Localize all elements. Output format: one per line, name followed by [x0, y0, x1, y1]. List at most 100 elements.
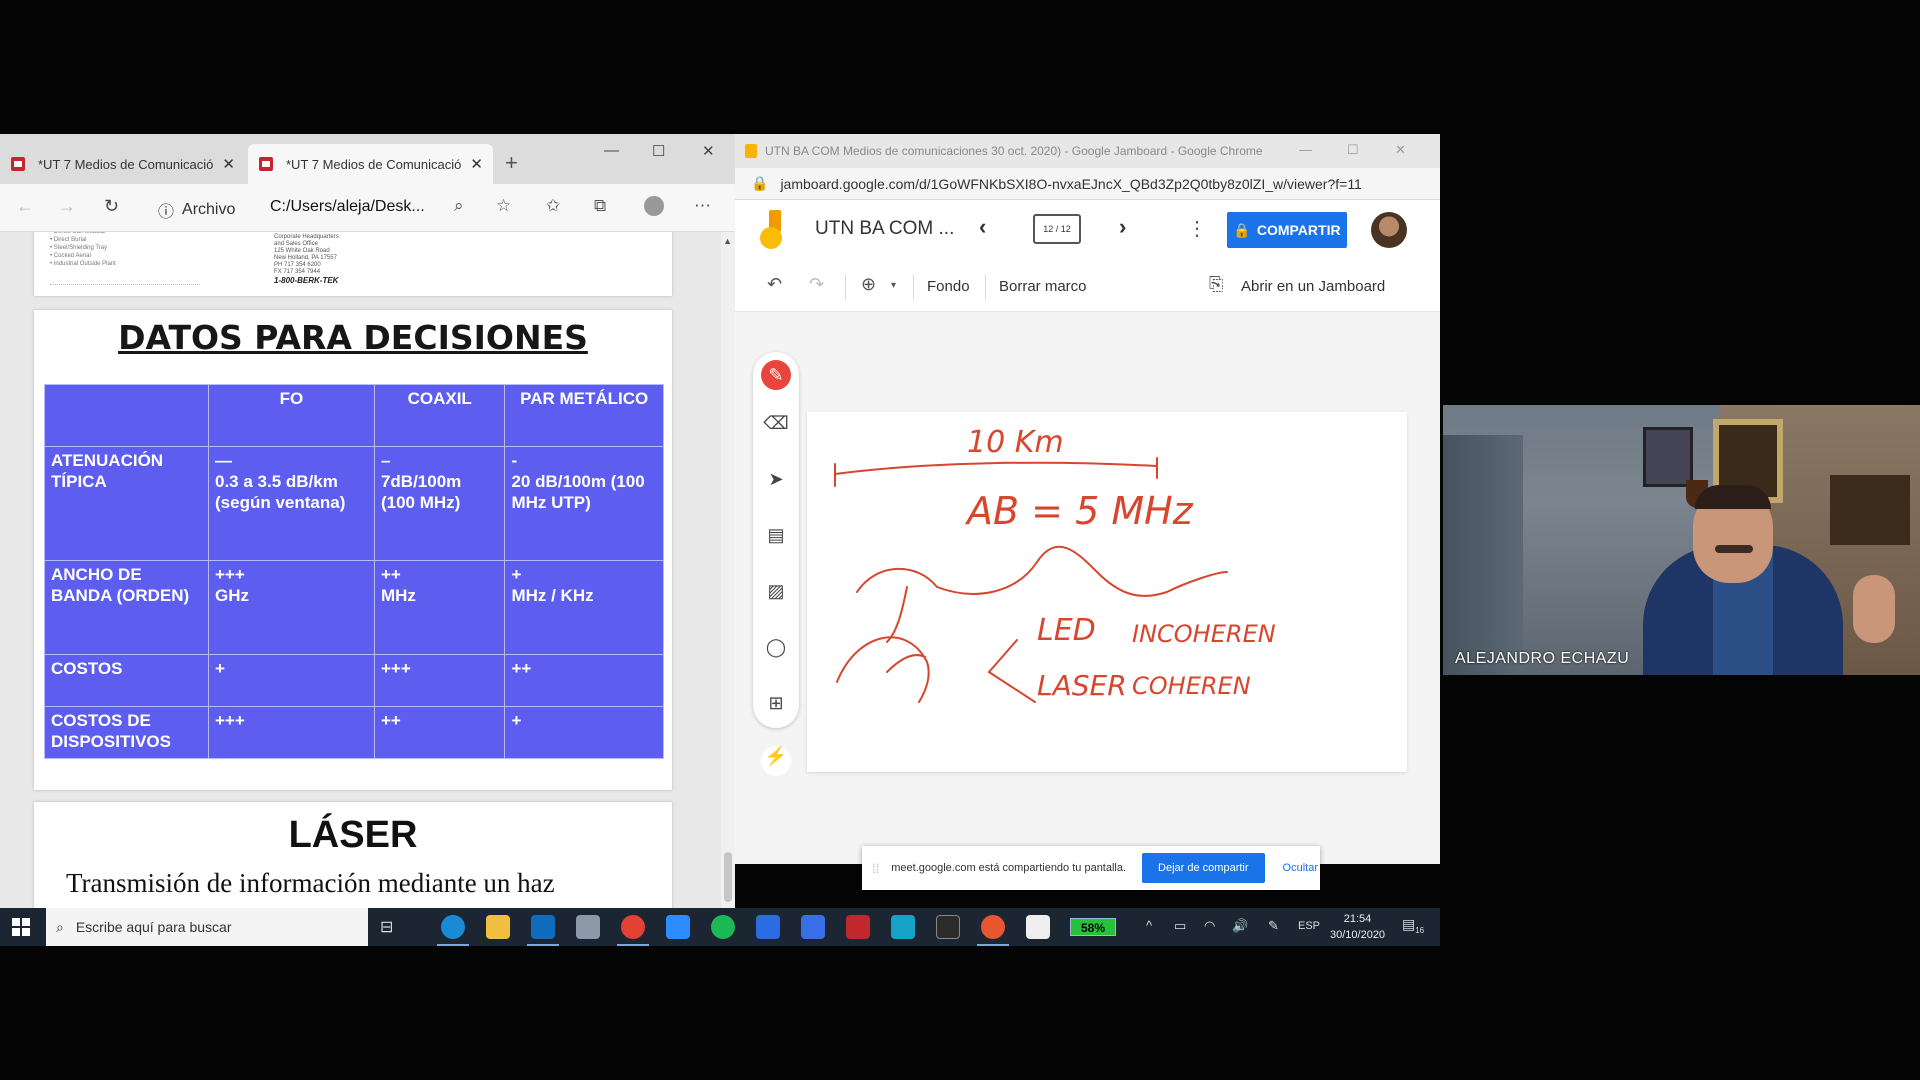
participant-name: ALEJANDRO ECHAZU [1455, 650, 1630, 667]
share-button[interactable]: 🔒 COMPARTIR [1227, 212, 1347, 248]
network-app-icon[interactable] [576, 915, 600, 939]
spotify-icon[interactable] [711, 915, 735, 939]
outlook-icon[interactable] [527, 915, 559, 946]
language-indicator[interactable]: ESP [1298, 920, 1320, 932]
site-info[interactable]: ⓘ Archivo [158, 198, 235, 222]
address-url[interactable]: C:/Users/aleja/Desk... [270, 198, 425, 216]
chrome-url-bar[interactable]: 🔒 jamboard.google.com/d/1GoWFNKbSXI8O-nv… [735, 168, 1440, 200]
stop-sharing-button[interactable]: Dejar de compartir [1142, 853, 1265, 883]
edge-app-icon[interactable] [437, 915, 469, 946]
scroll-thumb[interactable] [724, 852, 732, 902]
divider [985, 274, 986, 300]
favorites-icon[interactable]: ✩ [546, 196, 560, 216]
close-window-icon[interactable]: ✕ [702, 142, 715, 160]
more-options-icon[interactable]: ⋯ [694, 196, 711, 216]
table-row: COSTOS DE DISPOSITIVOS +++ ++ + [44, 706, 664, 759]
frame-counter[interactable]: 12 / 12 [1033, 214, 1081, 244]
battery-indicator[interactable]: 58% [1070, 918, 1116, 936]
avatar[interactable] [1371, 212, 1407, 248]
mail-icon[interactable] [801, 915, 825, 939]
pen-tray-icon[interactable]: ✎ [1268, 918, 1279, 934]
table-cell: + [504, 706, 664, 759]
minimize-icon[interactable]: — [604, 142, 619, 159]
table-cell: +++ [373, 654, 506, 707]
maximize-icon[interactable]: ☐ [652, 142, 665, 160]
clear-frame-button[interactable]: Borrar marco [999, 278, 1087, 295]
edge-tab-1[interactable]: *UT 7 Medios de Comunicación ✕ [0, 144, 245, 184]
edge-tab-2[interactable]: *UT 7 Medios de Comunicación ✕ [248, 144, 493, 184]
pdf-scrollbar[interactable]: ▲ [721, 232, 735, 946]
image-icon[interactable]: ▨ [761, 576, 791, 606]
drag-handle-icon[interactable]: ⁞⁞ [872, 861, 879, 876]
coherent-label: COHEREN [1132, 672, 1251, 700]
chevron-up-icon[interactable]: ^ [1146, 918, 1152, 933]
next-frame-icon[interactable]: › [1119, 214, 1126, 240]
task-view-icon[interactable]: ⊟ [380, 917, 393, 937]
jamboard-toolbar: ↶ ↷ ⊕ ▾ Fondo Borrar marco ⎘ Abrir en un… [735, 262, 1440, 312]
skype-icon[interactable] [891, 915, 915, 939]
more-options-icon[interactable]: ⋮ [1187, 216, 1207, 241]
jamboard-canvas-area[interactable]: ✎ ⌫ ➤ ▤ ▨ ◯ ⊞ ⚡ 10 Km AB = 5 MHz LED INC… [735, 312, 1440, 864]
circle-shape-icon[interactable]: ◯ [761, 632, 791, 662]
eraser-icon[interactable]: ⌫ [761, 408, 791, 438]
close-tab-icon[interactable]: ✕ [222, 155, 235, 173]
jam-frame[interactable]: 10 Km AB = 5 MHz LED INCOHEREN LASER COH… [807, 412, 1407, 772]
document-app-icon[interactable] [1026, 915, 1050, 939]
product-list: • Dense Ball Modular • Direct Burial • S… [50, 232, 116, 267]
file-explorer-icon[interactable] [486, 915, 510, 939]
open-in-jamboard-icon[interactable]: ⎘ [1209, 274, 1223, 295]
volume-icon[interactable]: 🔊 [1232, 918, 1248, 934]
minimize-icon[interactable]: — [1299, 142, 1312, 157]
favorite-star-icon[interactable]: ☆ [496, 196, 511, 216]
close-tab-icon[interactable]: ✕ [470, 155, 483, 173]
redo-icon[interactable]: ↷ [809, 274, 824, 295]
undo-icon[interactable]: ↶ [767, 274, 782, 295]
forward-icon[interactable]: → [58, 196, 76, 217]
zoom-app-icon[interactable] [666, 915, 690, 939]
back-icon[interactable]: ← [16, 196, 34, 217]
notification-center-icon[interactable]: ▤16 [1402, 916, 1424, 936]
refresh-icon[interactable]: ↻ [104, 196, 119, 217]
wifi-icon[interactable]: ◠ [1204, 918, 1215, 934]
collections-icon[interactable]: ⧉ [594, 196, 606, 216]
edge-tabbar: *UT 7 Medios de Comunicación ✕ *UT 7 Med… [0, 134, 735, 184]
hide-notice-button[interactable]: Ocultar [1283, 862, 1318, 874]
terminal-icon[interactable] [936, 915, 960, 939]
windows-start-icon[interactable] [12, 918, 30, 936]
previous-frame-icon[interactable]: ‹ [979, 214, 986, 240]
table-cell: ++ [373, 706, 506, 759]
chrome-icon[interactable] [617, 915, 649, 946]
profile-icon[interactable] [644, 196, 664, 216]
person-hair [1695, 485, 1771, 509]
color-app-icon[interactable] [977, 915, 1009, 946]
cell-mark: – [380, 451, 391, 470]
background-button[interactable]: Fondo [927, 278, 970, 295]
scroll-up-icon[interactable]: ▲ [723, 236, 732, 246]
chrome-url[interactable]: jamboard.google.com/d/1GoWFNKbSXI8O-nvxa… [780, 176, 1361, 192]
new-tab-icon[interactable]: + [505, 150, 518, 176]
chevron-down-icon[interactable]: ▾ [891, 280, 896, 291]
taskbar-clock[interactable]: 21:54 30/10/2020 [1330, 911, 1385, 943]
pdf-viewer[interactable]: • Dense Ball Modular • Direct Burial • S… [0, 232, 735, 946]
taskbar-search[interactable]: ⌕ Escribe aquí para buscar [46, 908, 368, 946]
open-in-jamboard-button[interactable]: Abrir en un Jamboard [1241, 278, 1385, 295]
close-window-icon[interactable]: ✕ [1395, 142, 1406, 158]
device-icon[interactable]: ▭ [1174, 918, 1186, 934]
table-cell: — 0.3 a 3.5 dB/km (según ventana) [208, 446, 375, 561]
pen-icon[interactable]: ✎ [761, 360, 791, 390]
filezilla-icon[interactable] [846, 915, 870, 939]
zoom-icon[interactable]: ⊕ [861, 274, 876, 295]
laser-pointer-icon[interactable]: ⚡ [761, 746, 791, 776]
jam-title[interactable]: UTN BA COM ... [815, 218, 954, 240]
l-app-icon[interactable] [756, 915, 780, 939]
participant-video-tile[interactable]: ALEJANDRO ECHAZU [1443, 405, 1920, 675]
cell-mark: ++ [380, 565, 401, 584]
cell-mark: — [215, 451, 232, 470]
text-box-icon[interactable]: ⊞ [761, 688, 791, 718]
zoom-icon[interactable]: ⌕ [454, 196, 464, 216]
sticky-note-icon[interactable]: ▤ [761, 520, 791, 550]
wall-picture [1643, 427, 1693, 487]
lock-icon: 🔒 [1233, 221, 1251, 238]
select-arrow-icon[interactable]: ➤ [761, 464, 791, 494]
maximize-icon[interactable]: ☐ [1347, 142, 1359, 158]
